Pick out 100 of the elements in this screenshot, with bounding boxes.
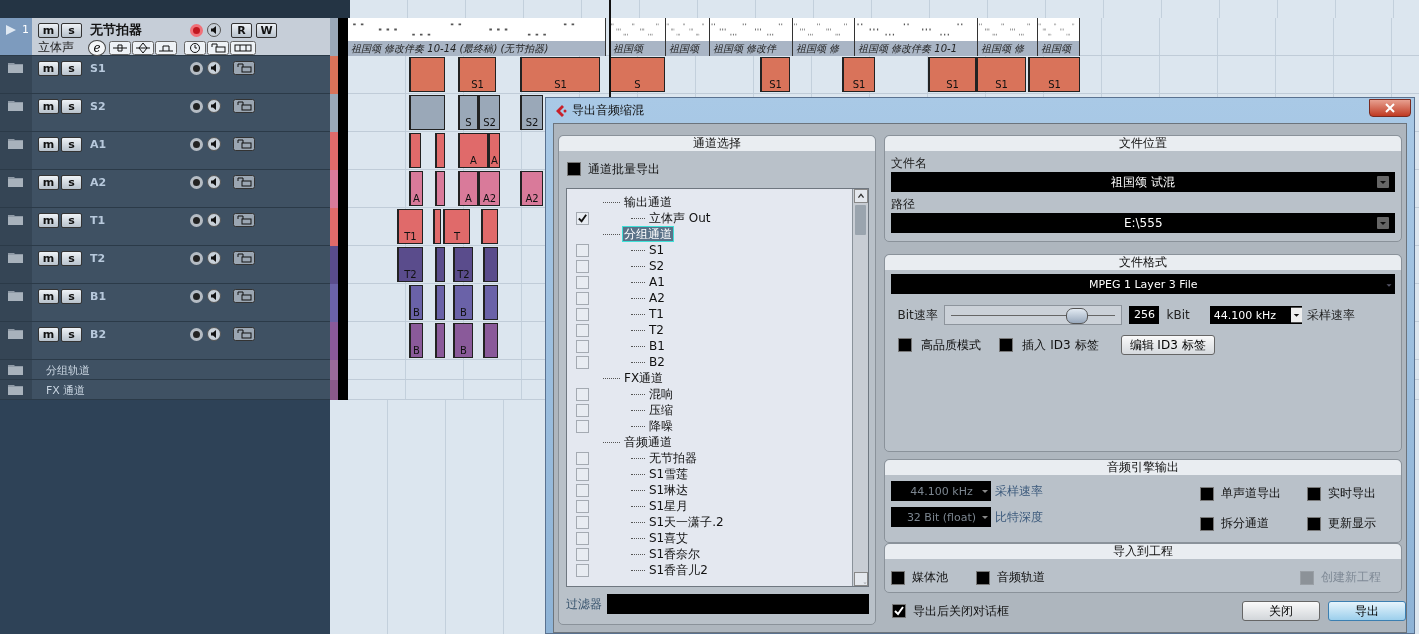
clip[interactable]: T1 [397, 209, 423, 244]
speaker-icon[interactable] [207, 213, 221, 227]
checkbox[interactable] [892, 604, 907, 618]
folder-icon[interactable] [8, 327, 24, 340]
tree-item[interactable]: S1雪莲 [647, 466, 691, 482]
checkbox[interactable] [576, 243, 589, 257]
audio-part[interactable]: 祖国颂 [610, 18, 666, 56]
clip[interactable] [433, 209, 441, 244]
clip[interactable]: A2 [520, 171, 543, 206]
solo-button[interactable]: s [61, 22, 82, 38]
audio-part[interactable]: 祖国颂 修改伴奏 10-1 [855, 18, 978, 56]
checkbox[interactable] [576, 419, 589, 433]
tree-item[interactable]: A1 [647, 274, 667, 290]
checkbox[interactable] [576, 499, 589, 513]
audio-part[interactable]: 祖国颂 修改伴奏 10-14 (最终稿) (无节拍器) [348, 18, 606, 56]
checkbox[interactable] [898, 338, 913, 352]
tree-item[interactable]: S2 [647, 258, 667, 274]
checkbox[interactable] [576, 323, 589, 337]
checkbox[interactable] [576, 291, 589, 305]
record-button[interactable] [190, 327, 203, 341]
clip[interactable]: S1 [520, 57, 600, 92]
eq-icon[interactable] [132, 40, 154, 55]
clip[interactable] [435, 323, 445, 358]
clip[interactable]: B [453, 285, 473, 320]
mute-button[interactable]: m [38, 22, 59, 38]
clip[interactable]: A [458, 171, 478, 206]
checkbox[interactable] [576, 563, 589, 577]
bitrate-field[interactable]: 256 [1129, 306, 1160, 324]
folder-icon[interactable] [8, 363, 24, 376]
scroll-up-icon[interactable] [854, 189, 868, 203]
clip[interactable]: A2 [478, 171, 500, 206]
close-button[interactable] [1369, 98, 1411, 117]
speaker-icon[interactable] [207, 99, 221, 113]
clip[interactable]: S1 [842, 57, 875, 92]
dropdown-arrow-icon[interactable] [981, 487, 990, 495]
track-header[interactable]: m s B1 [0, 284, 330, 322]
lock-icon[interactable] [233, 327, 255, 341]
speaker-icon[interactable] [207, 175, 221, 189]
checkbox[interactable] [576, 451, 589, 465]
record-button[interactable] [190, 289, 203, 303]
record-button[interactable] [190, 23, 203, 37]
clip[interactable] [483, 247, 498, 282]
tree-item[interactable]: FX通道 [622, 370, 666, 386]
folder-icon[interactable] [8, 289, 24, 302]
mute-button[interactable]: m [38, 250, 59, 266]
clip[interactable]: B [409, 323, 423, 358]
checkbox[interactable] [576, 387, 589, 401]
filter-field[interactable] [607, 594, 870, 614]
tree-item[interactable]: T2 [647, 322, 666, 338]
audio-part[interactable]: 祖国颂 修 [793, 18, 855, 56]
scrollbar[interactable] [852, 189, 869, 586]
mute-button[interactable]: m [38, 136, 59, 152]
insert-icon[interactable] [109, 40, 131, 55]
checkbox[interactable] [576, 467, 589, 481]
clip[interactable]: B [409, 285, 423, 320]
tree-item[interactable]: S1 [647, 242, 667, 258]
folder-icon[interactable] [8, 99, 24, 112]
speaker-icon[interactable] [207, 61, 221, 75]
solo-button[interactable]: s [61, 98, 82, 114]
track-header[interactable]: m s S2 [0, 94, 330, 132]
solo-button[interactable]: s [61, 250, 82, 266]
checkbox[interactable] [576, 547, 589, 561]
clip[interactable]: T [443, 209, 470, 244]
clip[interactable]: S1 [1028, 57, 1080, 92]
checkbox[interactable] [1307, 486, 1321, 501]
mute-button[interactable]: m [38, 326, 59, 342]
audio-part[interactable]: 祖国颂 [666, 18, 710, 56]
checkbox[interactable] [576, 259, 589, 273]
mute-button[interactable]: m [38, 60, 59, 76]
clip[interactable]: A [488, 133, 500, 168]
checkbox[interactable] [576, 307, 589, 321]
lock-icon[interactable] [233, 137, 255, 151]
folder-icon[interactable] [8, 137, 24, 150]
clip[interactable] [435, 285, 445, 320]
mute-button[interactable]: m [38, 212, 59, 228]
tree-item[interactable]: 降噪 [647, 418, 675, 434]
tree-item[interactable]: 压缩 [647, 402, 675, 418]
path-field[interactable]: E:\555 [891, 213, 1395, 233]
checkbox[interactable] [576, 339, 589, 353]
tree-item[interactable]: 输出通道 [622, 194, 674, 210]
speaker-icon[interactable] [207, 289, 221, 303]
checkbox[interactable] [576, 531, 589, 545]
checkbox[interactable] [976, 570, 991, 585]
dialog-button[interactable]: 导出 [1328, 601, 1406, 621]
clip[interactable] [483, 323, 498, 358]
clip[interactable] [435, 133, 445, 168]
checkbox[interactable] [891, 570, 906, 585]
clip[interactable] [435, 171, 445, 206]
solo-button[interactable]: s [61, 288, 82, 304]
clip[interactable]: B [453, 323, 473, 358]
clip[interactable] [435, 247, 445, 282]
checkbox[interactable] [576, 355, 589, 369]
track-header[interactable]: m s B2 [0, 322, 330, 360]
clock-icon[interactable] [184, 40, 206, 55]
track-header[interactable]: m s S1 [0, 56, 330, 94]
clip[interactable] [409, 57, 445, 92]
checkbox[interactable] [999, 338, 1014, 352]
tree-item[interactable]: S1天一潇子.2 [647, 514, 726, 530]
record-button[interactable] [190, 175, 203, 189]
tree-item[interactable]: S1琳达 [647, 482, 691, 498]
